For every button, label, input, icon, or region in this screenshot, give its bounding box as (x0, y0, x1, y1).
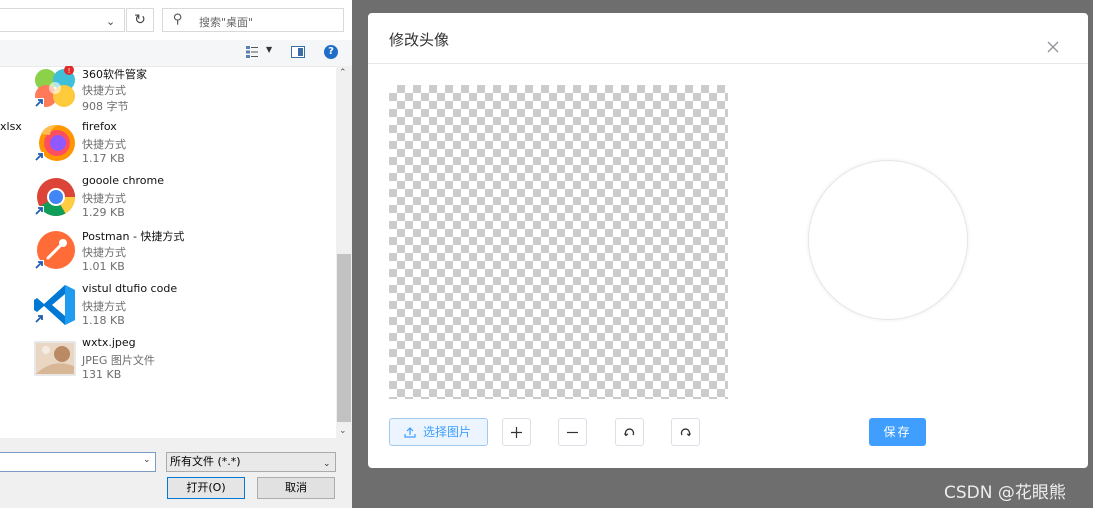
file-name: 360软件管家 (82, 68, 147, 81)
360-software-manager-icon: ! (34, 66, 75, 108)
scrollbar-thumb[interactable] (337, 254, 351, 422)
chrome-icon (34, 178, 76, 217)
zoom-out-button[interactable] (558, 418, 587, 446)
change-avatar-dialog: 修改头像 选择图片 保存 (368, 13, 1088, 468)
search-placeholder: 搜索"桌面" (199, 16, 254, 29)
file-type: JPEG 图片文件 (82, 354, 155, 367)
avatar-preview (808, 160, 968, 320)
rotate-right-button[interactable] (671, 418, 700, 446)
refresh-button[interactable]: ↻ (126, 8, 154, 32)
dialog-footer: ⌄ 所有文件 (*.*) ⌄ 打开(O) 取消 (0, 438, 352, 508)
chevron-down-icon: ⌄ (323, 459, 331, 469)
cancel-button[interactable]: 取消 (257, 477, 335, 499)
partial-file-name[interactable]: xlsx (0, 120, 22, 133)
vscode-icon (34, 285, 75, 325)
chevron-down-icon[interactable]: ⌄ (143, 455, 151, 465)
file-size: 1.01 KB (82, 260, 125, 273)
file-name: vistul dtufio code (82, 282, 178, 295)
help-icon[interactable]: ? (324, 45, 338, 59)
file-name: wxtx.jpeg (82, 336, 136, 349)
file-type: 快捷方式 (82, 138, 126, 151)
view-options-icon[interactable] (246, 46, 258, 58)
search-input[interactable]: ⚲ 搜索"桌面" (162, 8, 344, 32)
dialog-toolbar: ▼ ? (0, 40, 352, 67)
file-size: 1.17 KB (82, 152, 125, 165)
open-button[interactable]: 打开(O) (167, 477, 245, 499)
list-item[interactable]: firefox 快捷方式 1.17 KB (32, 120, 332, 174)
postman-icon (34, 231, 75, 270)
file-size: 908 字节 (82, 100, 129, 113)
file-type: 快捷方式 (82, 84, 126, 97)
zoom-in-button[interactable] (502, 418, 531, 446)
file-type: 快捷方式 (82, 246, 126, 259)
minus-icon (567, 431, 578, 434)
scroll-up-icon[interactable]: ⌃ (339, 68, 347, 78)
address-bar[interactable]: ⌄ (0, 8, 125, 32)
image-cropper[interactable] (389, 85, 728, 399)
file-name-input[interactable]: ⌄ (0, 452, 156, 472)
file-type-value: 所有文件 (*.*) (170, 455, 241, 468)
file-name: Postman - 快捷方式 (82, 230, 185, 243)
file-name: firefox (82, 120, 117, 133)
file-open-dialog: ⌄ ↻ ⚲ 搜索"桌面" ▼ ? xlsx ! 360软件管家 快捷方式 908… (0, 0, 352, 508)
select-image-button[interactable]: 选择图片 (389, 418, 488, 446)
list-item[interactable]: gooole chrome 快捷方式 1.29 KB (32, 174, 332, 228)
save-button[interactable]: 保存 (869, 418, 926, 446)
scroll-down-icon[interactable]: ⌄ (339, 426, 347, 436)
list-item[interactable]: vistul dtufio code 快捷方式 1.18 KB (32, 282, 332, 336)
select-image-label: 选择图片 (423, 425, 472, 439)
vertical-scrollbar[interactable]: ⌃ ⌄ (336, 66, 352, 438)
file-type: 快捷方式 (82, 300, 126, 313)
file-size: 131 KB (82, 368, 122, 381)
image-thumbnail (34, 341, 76, 376)
watermark: CSDN @花眼熊 (944, 483, 1066, 503)
file-name: gooole chrome (82, 174, 165, 187)
dialog-divider (368, 63, 1088, 64)
file-list: xlsx ! 360软件管家 快捷方式 908 字节 firefox 快捷方式 … (0, 66, 336, 438)
rotate-left-button[interactable] (615, 418, 644, 446)
file-type-select[interactable]: 所有文件 (*.*) ⌄ (166, 452, 336, 472)
close-icon[interactable] (1046, 40, 1060, 54)
list-item[interactable]: ! 360软件管家 快捷方式 908 字节 (32, 66, 332, 120)
plus-icon (511, 427, 522, 438)
file-size: 1.18 KB (82, 314, 125, 327)
view-dropdown-caret-icon[interactable]: ▼ (266, 45, 272, 54)
chevron-down-icon[interactable]: ⌄ (106, 15, 115, 28)
upload-icon (404, 427, 416, 438)
firefox-icon (34, 124, 75, 162)
dialog-title: 修改头像 (389, 31, 450, 49)
rotate-left-icon (624, 428, 635, 437)
search-icon: ⚲ (173, 12, 183, 27)
list-item[interactable]: wxtx.jpeg JPEG 图片文件 131 KB (32, 336, 332, 390)
file-size: 1.29 KB (82, 206, 125, 219)
rotate-right-icon (680, 428, 691, 437)
file-type: 快捷方式 (82, 192, 126, 205)
preview-pane-icon[interactable] (291, 46, 305, 58)
address-row: ⌄ ↻ ⚲ 搜索"桌面" (0, 0, 352, 40)
list-item[interactable]: Postman - 快捷方式 快捷方式 1.01 KB (32, 228, 332, 282)
svg-text:!: ! (68, 67, 71, 75)
